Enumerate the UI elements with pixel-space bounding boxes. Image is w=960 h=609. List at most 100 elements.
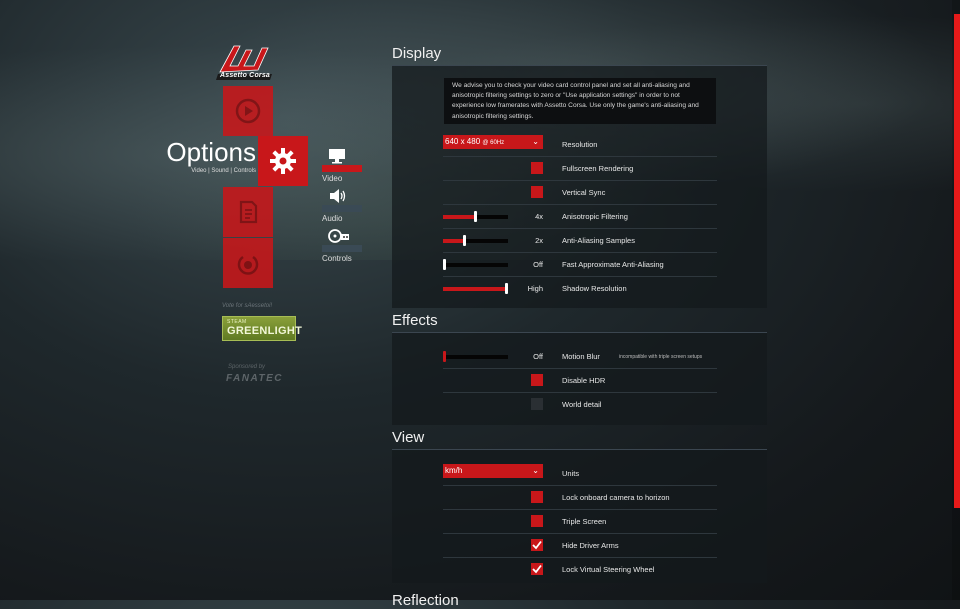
sponsored-by-text: Sponsored by xyxy=(228,364,266,370)
monitor-icon xyxy=(322,146,366,164)
slider-knob[interactable] xyxy=(443,351,446,362)
slider-fill xyxy=(443,287,505,291)
setting-units: km/h ⌄ Units xyxy=(443,461,717,486)
checkmark-icon xyxy=(532,540,542,550)
submenu-audio-bar xyxy=(322,205,362,212)
steam-greenlight-badge[interactable]: STEAM GREENLIGHT xyxy=(222,316,302,341)
slider-knob[interactable] xyxy=(474,211,477,222)
setting-lock-wheel: Lock Virtual Steering Wheel xyxy=(443,557,717,581)
lock-wheel-checkbox[interactable] xyxy=(531,563,543,575)
hide-arms-checkbox[interactable] xyxy=(531,539,543,551)
world-detail-label: World detail xyxy=(562,400,602,409)
motion-blur-value: Off xyxy=(533,352,543,361)
motion-blur-slider[interactable] xyxy=(443,351,508,362)
lock-wheel-label: Lock Virtual Steering Wheel xyxy=(562,565,655,574)
speaker-icon xyxy=(322,186,366,204)
setting-antialiasing: 2x Anti-Aliasing Samples xyxy=(443,228,717,253)
greenlight-label: GREENLIGHT xyxy=(227,325,303,337)
fxaa-value: Off xyxy=(533,260,543,269)
triple-screen-checkbox[interactable] xyxy=(531,515,543,527)
anisotropic-label: Anisotropic Filtering xyxy=(562,212,628,221)
display-section-title: Display xyxy=(392,45,442,62)
shadow-label: Shadow Resolution xyxy=(562,284,627,293)
resolution-label: Resolution xyxy=(562,140,598,149)
submenu-controls-label: Controls xyxy=(322,254,352,263)
power-icon xyxy=(237,255,259,275)
play-circle-icon xyxy=(235,98,261,124)
chevron-down-icon: ⌄ xyxy=(532,466,539,475)
submenu-audio-label: Audio xyxy=(322,214,343,223)
submenu-controls[interactable]: Controls xyxy=(322,226,366,263)
vsync-checkbox[interactable] xyxy=(531,186,543,198)
units-dropdown[interactable]: km/h ⌄ xyxy=(443,464,543,478)
fxaa-label: Fast Approximate Anti-Aliasing xyxy=(562,260,664,269)
vote-text: Vote for sAessetoi! xyxy=(222,303,273,309)
setting-hide-arms: Hide Driver Arms xyxy=(443,533,717,558)
vsync-label: Vertical Sync xyxy=(562,188,606,197)
antialiasing-label: Anti-Aliasing Samples xyxy=(562,236,635,245)
setting-lock-camera: Lock onboard camera to horizon xyxy=(443,485,717,510)
lock-camera-label: Lock onboard camera to horizon xyxy=(562,493,670,502)
gear-icon xyxy=(270,148,296,174)
disable-hdr-checkbox[interactable] xyxy=(531,374,543,386)
checkmark-icon xyxy=(532,564,542,574)
resolution-value: 640 x 480 xyxy=(445,137,481,146)
slider-fill xyxy=(443,239,463,243)
setting-resolution: 640 x 480 @ 60Hz ⌄ Resolution xyxy=(443,132,717,157)
resolution-dropdown[interactable]: 640 x 480 @ 60Hz ⌄ xyxy=(443,135,543,149)
logo-text: Assetto Corsa xyxy=(219,72,271,79)
units-label: Units xyxy=(562,469,580,478)
shadow-slider[interactable] xyxy=(443,283,508,294)
units-value: km/h xyxy=(445,466,463,475)
drive-tile[interactable] xyxy=(223,86,273,136)
antialiasing-slider[interactable] xyxy=(443,235,508,246)
hide-arms-label: Hide Driver Arms xyxy=(562,541,619,550)
motion-blur-label: Motion Blur xyxy=(562,352,600,361)
document-icon xyxy=(239,200,258,224)
setting-anisotropic: 4x Anisotropic Filtering xyxy=(443,204,717,229)
replays-tile[interactable] xyxy=(223,187,273,237)
setting-fullscreen: Fullscreen Rendering xyxy=(443,156,717,181)
slider-knob[interactable] xyxy=(463,235,466,246)
effects-section-title: Effects xyxy=(392,312,438,329)
fxaa-slider[interactable] xyxy=(443,259,508,270)
fanatec-logo: FANATEC xyxy=(226,373,283,384)
submenu-audio[interactable]: Audio xyxy=(322,186,366,223)
view-section-title: View xyxy=(392,429,425,446)
setting-vsync: Vertical Sync xyxy=(443,180,717,205)
options-subtitle: Video | Sound | Controls xyxy=(191,168,256,174)
lock-camera-checkbox[interactable] xyxy=(531,491,543,503)
assetto-corsa-logo: Assetto Corsa xyxy=(216,40,274,84)
triple-screen-label: Triple Screen xyxy=(562,517,607,526)
reflection-section-title: Reflection xyxy=(392,592,459,609)
slider-knob[interactable] xyxy=(505,283,508,294)
antialiasing-value: 2x xyxy=(535,236,543,245)
setting-disable-hdr: Disable HDR xyxy=(443,368,717,393)
options-title: Options xyxy=(166,137,256,167)
setting-fxaa: Off Fast Approximate Anti-Aliasing xyxy=(443,252,717,277)
anisotropic-value: 4x xyxy=(535,212,543,221)
disable-hdr-label: Disable HDR xyxy=(562,376,606,385)
display-advice-note: We advise you to check your video card c… xyxy=(444,78,716,124)
submenu-video-bar xyxy=(322,165,362,172)
slider-knob[interactable] xyxy=(443,259,446,270)
setting-motion-blur: Off Motion Blur incompatible with triple… xyxy=(443,344,717,369)
quit-tile[interactable] xyxy=(223,238,273,288)
chevron-down-icon: ⌄ xyxy=(532,137,539,146)
setting-world-detail: World detail xyxy=(443,392,717,416)
fullscreen-checkbox[interactable] xyxy=(531,162,543,174)
setting-shadow: High Shadow Resolution xyxy=(443,276,717,300)
submenu-controls-bar xyxy=(322,245,362,252)
slider-fill xyxy=(443,215,474,219)
submenu-video-label: Video xyxy=(322,174,343,183)
fullscreen-label: Fullscreen Rendering xyxy=(562,164,634,173)
options-tile[interactable] xyxy=(258,136,308,186)
motion-blur-note: incompatible with triple screen setups xyxy=(619,354,703,360)
world-detail-checkbox[interactable] xyxy=(531,398,543,410)
submenu-video[interactable]: Video xyxy=(322,146,366,183)
setting-triple-screen: Triple Screen xyxy=(443,509,717,534)
scrollbar-thumb[interactable] xyxy=(954,14,960,508)
steering-wheel-icon xyxy=(322,226,366,244)
anisotropic-slider[interactable] xyxy=(443,211,508,222)
resolution-refresh: @ 60Hz xyxy=(482,140,505,146)
